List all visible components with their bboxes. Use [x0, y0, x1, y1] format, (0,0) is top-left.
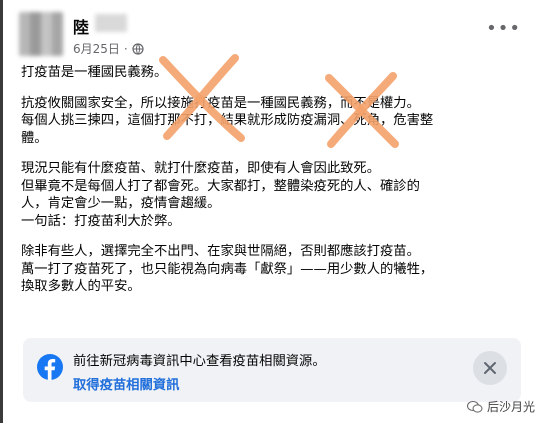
author-name[interactable]: 陸: [73, 14, 89, 38]
covid-info-card[interactable]: 前往新冠病毒資訊中心查看疫苗相關資源。 取得疫苗相關資訊: [23, 338, 521, 402]
post-paragraph-4: 除非有些人，選擇完全不出門、在家與世隔絕，否則都應該打疫苗。 萬一打了疫苗死了，…: [21, 243, 536, 296]
info-card-title: 前往新冠病毒資訊中心查看疫苗相關資源。: [73, 354, 326, 369]
meta-separator: ·: [123, 41, 128, 56]
post-header: 陸 6月25日 · •••: [13, 6, 533, 62]
globe-icon: [132, 42, 144, 55]
post-text-line: 每個人挑三揀四，這個打那不打，結果就形成防疫漏洞、死角，危害整: [21, 113, 434, 128]
post-text-line: 萬一打了疫苗死了，也只能視為向病毒「獻祭」——用少數人的犧牲，: [21, 261, 434, 277]
wechat-icon: [466, 400, 483, 413]
screenshot-frame: 陸 6月25日 · ••• 打疫苗是一種國民義務。 抗疫攸關國家安全，所以接施打…: [0, 0, 545, 423]
post-paragraph-1: 打疫苗是一種國民義務。: [21, 64, 536, 82]
more-icon[interactable]: •••: [486, 20, 521, 38]
orange-x-mark-right: [325, 72, 399, 148]
post-meta: 6月25日 ·: [73, 40, 144, 57]
post-date[interactable]: 6月25日: [73, 40, 120, 57]
post-text-line: 但畢竟不是每個人打了都會死。大家都打，整體染疫死的人、確診的: [21, 178, 420, 194]
watermark: 后沙月光: [466, 398, 535, 415]
close-button[interactable]: [473, 351, 507, 385]
post-paragraph-2: 抗疫攸關國家安全，所以接施打疫苗是一種國民義務，而不是權力。 每個人挑三揀四，這…: [21, 95, 536, 148]
post-text-line: 體。: [21, 130, 48, 146]
facebook-icon: [37, 354, 63, 380]
post-paragraph-3: 現況只能有什麼疫苗、就打什麼疫苗，即使有人會因此致死。 但畢竟不是每個人打了都會…: [21, 160, 536, 230]
post-text-line: 抗疫攸關國家安全，所以接施打疫苗是一種國民義務，而不是權力。: [21, 95, 420, 111]
post-text-line: 一句話：打疫苗利大於弊。: [21, 213, 181, 229]
author-name-redaction: [95, 14, 127, 32]
post-text-line: 人，肯定會少一點，疫情會趨緩。: [21, 196, 221, 211]
watermark-text: 后沙月光: [486, 400, 535, 414]
post-body: 打疫苗是一種國民義務。 抗疫攸關國家安全，所以接施打疫苗是一種國民義務，而不是權…: [21, 64, 536, 309]
post-text-line: 打疫苗是一種國民義務。: [21, 65, 168, 80]
post-text-line: 換取多數人的平安。: [21, 279, 141, 294]
avatar[interactable]: [19, 12, 63, 56]
post-text-line: 現況只能有什麼疫苗、就打什麼疫苗，即使有人會因此致死。: [21, 161, 381, 176]
close-icon: [484, 362, 496, 374]
orange-x-mark-left: [159, 54, 245, 142]
post-text-line: 除非有些人，選擇完全不出門、在家與世隔絕，否則都應該打疫苗。: [21, 244, 420, 259]
vaccine-info-link[interactable]: 取得疫苗相關資訊: [73, 374, 179, 393]
